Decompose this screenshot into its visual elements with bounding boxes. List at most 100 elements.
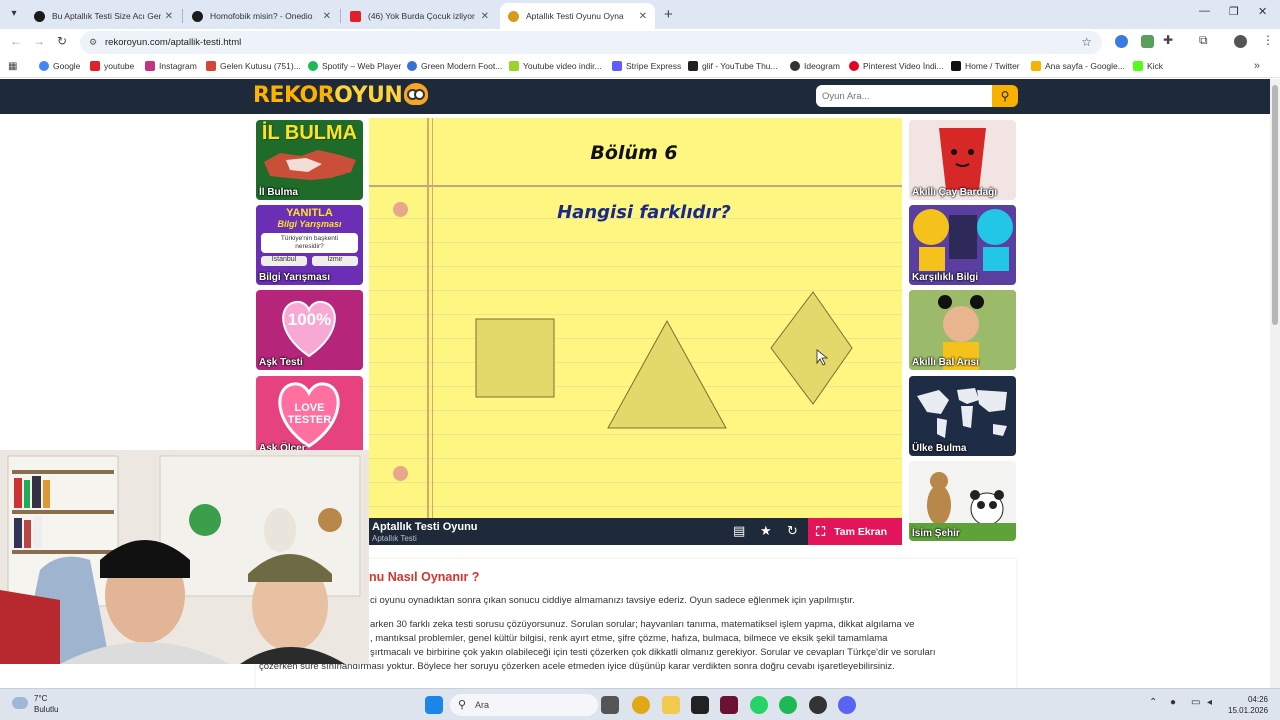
- site-logo[interactable]: REKOROYUN: [253, 83, 429, 108]
- close-tab-icon[interactable]: ✕: [165, 11, 173, 22]
- browser-tab[interactable]: Bu Aptallık Testi Size Acı Gerçe ✕: [26, 3, 181, 29]
- bookmark-item[interactable]: Home / Twitter: [951, 61, 1020, 71]
- article-paragraph: arken 30 farklı zeka testi sorusu çözüyo…: [370, 619, 915, 630]
- windows-start-icon[interactable]: [425, 696, 443, 714]
- game-card-ask-testi[interactable]: 100% Aşk Testi: [256, 290, 363, 370]
- taskbar-search[interactable]: ⚲ Ara: [450, 694, 598, 716]
- article-paragraph: şırtmacalı ve birbirine çok yakın olabil…: [370, 647, 936, 658]
- screenshot-icon[interactable]: ⧉: [1199, 33, 1208, 48]
- bookmark-label: Pinterest Video İndi...: [863, 61, 944, 71]
- tray-overflow-icon[interactable]: ⌃: [1149, 697, 1157, 708]
- game-card-il-bulma[interactable]: İL BULMA İl Bulma: [256, 120, 363, 200]
- bookmark-item[interactable]: Stripe Express: [612, 61, 681, 71]
- game-card-title: Akıllı Çay Bardağı: [912, 187, 998, 198]
- glif-icon: [688, 61, 698, 71]
- more-bookmarks-icon[interactable]: »: [1254, 60, 1260, 72]
- address-bar[interactable]: ⚙ rekoroyun.com/aptallik-testi.html ☆: [80, 31, 1102, 54]
- close-tab-icon[interactable]: ✕: [481, 11, 489, 22]
- volume-icon[interactable]: ◂: [1207, 697, 1212, 708]
- bookmark-item[interactable]: Gelen Kutusu (751)...: [206, 61, 301, 71]
- system-clock[interactable]: 04:26 15.01.2026: [1228, 694, 1268, 716]
- new-tab-icon[interactable]: +: [664, 6, 673, 23]
- back-icon[interactable]: ←: [10, 34, 22, 48]
- fullscreen-button[interactable]: ⛶ Tam Ekran: [808, 518, 902, 545]
- cloud-icon[interactable]: [12, 697, 28, 709]
- chrome-icon[interactable]: [632, 696, 650, 714]
- weather-description[interactable]: Bulutlu: [34, 705, 58, 714]
- game-card-karsilikli-bilgi[interactable]: Karşılıklı Bilgi: [909, 205, 1016, 285]
- extension-icon[interactable]: [1141, 35, 1154, 48]
- browser-tab[interactable]: (46) Yok Burda Çocuk izliyor ya ✕: [342, 3, 497, 29]
- capcut-icon[interactable]: [691, 696, 709, 714]
- bookmark-label: Kick: [1147, 61, 1164, 71]
- game-card-ulke-bulma[interactable]: Ülke Bulma: [909, 376, 1016, 456]
- x-twitter-icon: [951, 61, 961, 71]
- how-to-play-section: nu Nasıl Oynanır ? ci oyunu oynadıktan s…: [256, 559, 1016, 688]
- url-text[interactable]: rekoroyun.com/aptallik-testi.html: [105, 37, 241, 48]
- search-button[interactable]: ⚲: [992, 85, 1018, 107]
- forward-icon[interactable]: →: [33, 34, 45, 48]
- bookmark-label: Green Modern Foot...: [421, 61, 503, 71]
- task-view-icon[interactable]: [601, 696, 619, 714]
- minimize-icon[interactable]: —: [1199, 5, 1210, 17]
- spotify-icon: [308, 61, 318, 71]
- logo-text-part1: REKOR: [253, 83, 335, 108]
- weather-temperature[interactable]: 7°C: [34, 694, 47, 703]
- game-card-option-text: İzmir: [312, 256, 358, 266]
- square-answer-option[interactable]: [475, 318, 555, 398]
- browser-toolbar: ← → ↻ ⚙ rekoroyun.com/aptallik-testi.htm…: [0, 29, 1280, 56]
- close-tab-icon[interactable]: ✕: [639, 11, 647, 22]
- bookmark-star-icon[interactable]: ☆: [1081, 35, 1092, 49]
- browser-menu-icon[interactable]: ⋮: [1262, 33, 1274, 47]
- game-card-akilli-cay-bardagi[interactable]: Akıllı Çay Bardağı: [909, 120, 1016, 200]
- spotify-icon[interactable]: [779, 696, 797, 714]
- diamond-answer-option[interactable]: [770, 291, 853, 405]
- extensions-puzzle-icon[interactable]: ✚: [1163, 33, 1173, 47]
- browser-tab-active[interactable]: Aptallık Testi Oyunu Oyna ✕: [500, 3, 655, 29]
- bookmark-item[interactable]: Ideogram: [790, 61, 840, 71]
- bookmark-item[interactable]: Google: [39, 61, 80, 71]
- bookmark-item[interactable]: Green Modern Foot...: [407, 61, 502, 71]
- comment-icon[interactable]: ▤: [733, 523, 745, 539]
- apps-grid-icon[interactable]: ▦: [8, 61, 17, 72]
- search-icon: ⚲: [1000, 89, 1010, 103]
- restore-icon[interactable]: ❐: [1229, 5, 1239, 18]
- close-window-icon[interactable]: ✕: [1258, 5, 1267, 18]
- game-card-akilli-bal-arisi[interactable]: Akıllı Bal Arısı: [909, 290, 1016, 370]
- profile-avatar[interactable]: [1234, 35, 1247, 48]
- bookmark-item[interactable]: Kick: [1133, 61, 1163, 71]
- tab-divider: [340, 9, 341, 23]
- reload-icon[interactable]: ↻: [57, 34, 67, 48]
- bookmark-item[interactable]: youtube: [90, 61, 134, 71]
- page-scrollbar[interactable]: [1270, 79, 1280, 688]
- restart-icon[interactable]: ↻: [787, 523, 798, 539]
- game-search-input[interactable]: [816, 85, 994, 107]
- file-explorer-icon[interactable]: [662, 696, 680, 714]
- site-info-icon[interactable]: ⚙: [89, 37, 97, 48]
- game-card-ask-olcer[interactable]: LOVE TESTER Aşk Ölçer: [256, 376, 363, 456]
- microphone-icon[interactable]: ●: [1170, 697, 1176, 708]
- bookmark-item[interactable]: Ana sayfa - Google...: [1031, 61, 1125, 71]
- whatsapp-icon[interactable]: [750, 696, 768, 714]
- close-tab-icon[interactable]: ✕: [323, 11, 331, 22]
- scrollbar-thumb[interactable]: [1272, 85, 1278, 325]
- bookmark-item[interactable]: Spotify – Web Player: [308, 61, 401, 71]
- fullscreen-label: Tam Ekran: [834, 525, 888, 538]
- obs-icon[interactable]: [809, 696, 827, 714]
- game-canvas[interactable]: Bölüm 6 Hangisi farklıdır?: [369, 118, 902, 518]
- tab-search-icon[interactable]: ▾: [6, 6, 22, 22]
- browser-tab[interactable]: Homofobik misin? - Onedio ✕: [184, 3, 339, 29]
- network-icon[interactable]: ▭: [1191, 697, 1200, 708]
- extension-icon[interactable]: [1115, 35, 1128, 48]
- triangle-answer-option[interactable]: [607, 319, 727, 429]
- discord-icon[interactable]: [838, 696, 856, 714]
- tab-divider: [182, 9, 183, 23]
- bookmark-item[interactable]: Pinterest Video İndi...: [849, 61, 944, 71]
- bookmark-item[interactable]: Youtube video indir...: [509, 61, 602, 71]
- bookmark-item[interactable]: Instagram: [145, 61, 197, 71]
- media-app-icon[interactable]: [720, 696, 738, 714]
- favorite-star-icon[interactable]: ★: [760, 523, 772, 539]
- bookmark-item[interactable]: glif - YouTube Thu...: [688, 61, 778, 71]
- game-card-bilgi-yarismasi[interactable]: YANITLA Bilgi Yarışması Türkiye'nin başk…: [256, 205, 363, 285]
- game-card-isim-sehir[interactable]: İsim Şehir: [909, 461, 1016, 541]
